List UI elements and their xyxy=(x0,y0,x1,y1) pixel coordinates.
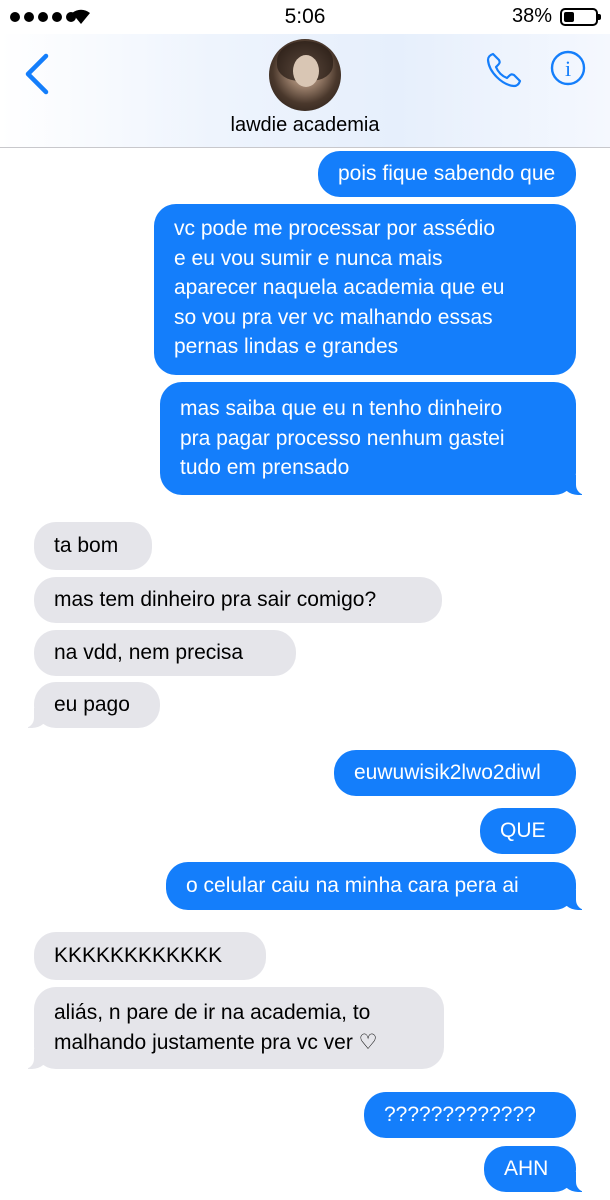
sent-message[interactable]: mas saiba que eu n tenho dinheiro pra pa… xyxy=(160,382,588,495)
sent-message[interactable]: pois fique sabendo que xyxy=(318,151,576,197)
message-text: KKKKKKKKKKKK xyxy=(54,944,223,967)
battery-icon xyxy=(560,8,601,26)
sent-message[interactable]: o celular caiu na minha cara pera ai xyxy=(166,862,588,910)
phone-call-button[interactable] xyxy=(484,50,524,90)
message-text-line: pernas lindas e grandes xyxy=(174,335,399,358)
conversation-header: lawdie academia i xyxy=(0,34,610,148)
received-message[interactable]: eu pago xyxy=(22,682,160,728)
message-text: euwuwisik2lwo2diwl xyxy=(354,761,541,784)
sent-message[interactable]: AHN xyxy=(484,1146,588,1192)
message-text: ????????????? xyxy=(384,1103,536,1126)
message-text: eu pago xyxy=(54,693,130,716)
message-text-line: aliás, n pare de ir na academia, to xyxy=(54,1001,371,1024)
message-text-line: pra pagar processo nenhum gastei xyxy=(180,426,505,450)
message-text: pois fique sabendo que xyxy=(338,162,556,185)
message-text: o celular caiu na minha cara pera ai xyxy=(186,874,519,897)
received-message[interactable]: mas tem dinheiro pra sair comigo? xyxy=(34,577,442,623)
message-text: ta bom xyxy=(54,534,119,557)
message-text: mas tem dinheiro pra sair comigo? xyxy=(54,588,377,611)
phone-icon xyxy=(486,52,522,88)
message-text: na vdd, nem precisa xyxy=(54,641,244,664)
back-button[interactable] xyxy=(22,52,52,96)
message-text-line: malhando justamente pra vc ver ♡ xyxy=(54,1030,378,1054)
message-text: AHN xyxy=(504,1157,549,1180)
message-text-line: vc pode me processar por assédio xyxy=(174,217,495,240)
received-message[interactable]: aliás, n pare de ir na academia, to malh… xyxy=(22,987,444,1069)
status-bar: 5:06 38% xyxy=(0,0,610,34)
contact-avatar[interactable] xyxy=(269,39,341,111)
received-message[interactable]: na vdd, nem precisa xyxy=(34,630,296,676)
battery-percent: 38% xyxy=(511,5,552,27)
message-text-line: e eu vou sumir e nunca mais xyxy=(174,246,443,270)
contact-name[interactable]: lawdie academia xyxy=(0,114,610,137)
message-text-line: so vou pra ver vc malhando essas xyxy=(174,305,493,329)
chevron-left-icon xyxy=(25,53,49,95)
message-text: QUE xyxy=(500,819,546,842)
message-text-line: aparecer naquela academia que eu xyxy=(174,276,505,299)
sent-message[interactable]: ????????????? xyxy=(364,1092,576,1138)
sent-message[interactable]: vc pode me processar por assédio e eu vo… xyxy=(154,204,576,375)
sent-message[interactable]: euwuwisik2lwo2diwl xyxy=(334,750,576,796)
sent-message[interactable]: QUE xyxy=(480,808,576,854)
info-button[interactable]: i xyxy=(550,50,586,86)
received-message[interactable]: KKKKKKKKKKKK xyxy=(34,932,266,980)
received-message[interactable]: ta bom xyxy=(34,522,152,570)
message-text-line: tudo em prensado xyxy=(180,456,350,479)
svg-text:i: i xyxy=(565,56,571,81)
message-text-line: mas saiba que eu n tenho dinheiro xyxy=(180,397,503,420)
